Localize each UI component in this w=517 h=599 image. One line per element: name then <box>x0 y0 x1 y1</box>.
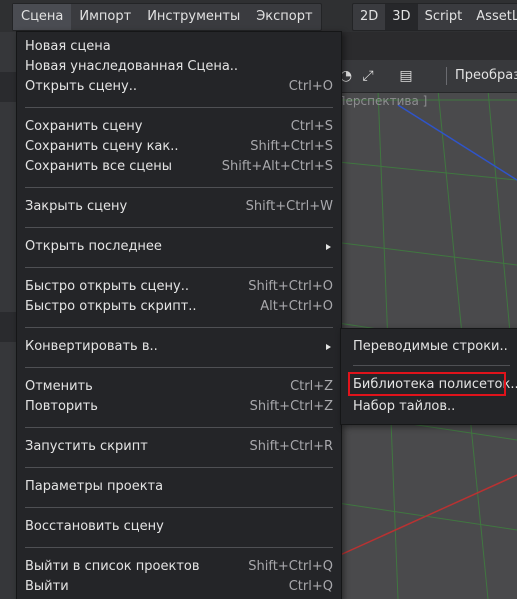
menu-item-shortcut: Alt+Ctrl+O <box>260 299 333 314</box>
menu-item-label: Сохранить сцену как.. <box>25 139 179 154</box>
menu-item-label: Открыть последнее <box>25 239 162 254</box>
menu-item-revert-scene[interactable]: Восстановить сцену <box>25 517 333 537</box>
highlight-box <box>348 372 506 396</box>
menu-item-shortcut: Shift+Ctrl+R <box>249 439 334 454</box>
menu-scene[interactable]: Сцена <box>13 4 72 30</box>
menu-item-shortcut: Shift+Ctrl+Q <box>248 559 333 574</box>
menu-item-quick-open-script[interactable]: Быстро открыть скрипт.. Alt+Ctrl+O <box>25 297 333 317</box>
editor-window: Сцена Импорт Инструменты Экспорт 2D 3D S… <box>0 0 517 599</box>
menu-item-run-script[interactable]: Запустить скрипт Shift+Ctrl+R <box>25 437 333 457</box>
scale-tool-icon[interactable]: ⤢ <box>358 66 378 86</box>
menu-item-quick-open-scene[interactable]: Быстро открыть сцену.. Shift+Ctrl+O <box>25 277 333 297</box>
menu-item-label: Сохранить все сцены <box>25 159 172 174</box>
menu-item-shortcut: Ctrl+Q <box>288 579 333 594</box>
menu-item-shortcut: Shift+Ctrl+W <box>245 199 333 214</box>
menu-item-new-scene[interactable]: Новая сцена <box>25 37 333 57</box>
convert-to-submenu: Переводимые строки.. Библиотека полисето… <box>340 328 517 425</box>
mode-3d-button[interactable]: 3D <box>385 4 418 30</box>
menu-item-label: Отменить <box>25 379 93 394</box>
x-axis-line <box>317 474 517 566</box>
menu-item-convert-to[interactable]: Конвертировать в.. <box>25 337 333 357</box>
menu-import[interactable]: Импорт <box>71 4 139 30</box>
menu-item-label: Быстро открыть сцену.. <box>25 279 189 294</box>
menu-item-label: Сохранить сцену <box>25 119 143 134</box>
menu-item-quit[interactable]: Выйти Ctrl+Q <box>25 577 333 597</box>
menu-export[interactable]: Экспорт <box>248 4 320 30</box>
main-menubar: Сцена Импорт Инструменты Экспорт <box>12 3 322 31</box>
menu-item-label: Новая сцена <box>25 39 111 54</box>
mode-assetlib-button[interactable]: AssetLib <box>469 4 517 30</box>
menu-separator <box>25 267 333 268</box>
submenu-arrow-icon <box>326 344 331 350</box>
menu-item-shortcut: Ctrl+S <box>290 119 333 134</box>
submenu-item-translatable-strings[interactable]: Переводимые строки.. <box>353 337 508 357</box>
menu-item-label: Быстро открыть скрипт.. <box>25 299 197 314</box>
dock-tab[interactable] <box>0 72 17 102</box>
menu-item-label: Параметры проекта <box>25 479 164 494</box>
dock-tab[interactable] <box>0 312 17 342</box>
menu-separator <box>25 467 333 468</box>
mode-2d-button[interactable]: 2D <box>353 4 385 30</box>
menu-item-label: Повторить <box>25 399 98 414</box>
menu-item-save-scene[interactable]: Сохранить сцену Ctrl+S <box>25 117 333 137</box>
menu-item-shortcut: Shift+Ctrl+Z <box>249 399 333 414</box>
menu-item-shortcut: Shift+Alt+Ctrl+S <box>221 159 333 174</box>
menu-item-label: Выйти <box>25 579 69 594</box>
menu-separator <box>25 507 333 508</box>
menu-item-save-all-scenes[interactable]: Сохранить все сцены Shift+Alt+Ctrl+S <box>25 157 333 177</box>
menu-item-project-settings[interactable]: Параметры проекта <box>25 477 333 497</box>
perspective-label[interactable]: [ Перспектива ] <box>328 94 427 108</box>
menu-item-label: Запустить скрипт <box>25 439 148 454</box>
menu-separator <box>25 187 333 188</box>
editor-mode-bar: 2D 3D Script AssetLib <box>352 3 517 31</box>
menu-separator <box>353 365 510 366</box>
submenu-arrow-icon <box>326 244 331 250</box>
toolbar-divider <box>446 67 447 85</box>
menu-separator <box>25 367 333 368</box>
menu-item-shortcut: Ctrl+O <box>288 79 333 94</box>
menu-item-redo[interactable]: Повторить Shift+Ctrl+Z <box>25 397 333 417</box>
menu-item-shortcut: Shift+Ctrl+O <box>248 279 333 294</box>
menu-item-label: Новая унаследованная Сцена.. <box>25 59 239 74</box>
menu-item-close-scene[interactable]: Закрыть сцену Shift+Ctrl+W <box>25 197 333 217</box>
menu-separator <box>25 107 333 108</box>
menu-item-undo[interactable]: Отменить Ctrl+Z <box>25 377 333 397</box>
menu-tools[interactable]: Инструменты <box>139 4 248 30</box>
menu-separator <box>25 547 333 548</box>
menu-item-open-scene[interactable]: Открыть сцену.. Ctrl+O <box>25 77 333 97</box>
transform-menu[interactable]: Преобразова <box>455 60 517 92</box>
menu-item-save-scene-as[interactable]: Сохранить сцену как.. Shift+Ctrl+S <box>25 137 333 157</box>
top-bar: Сцена Импорт Инструменты Экспорт 2D 3D S… <box>0 0 517 32</box>
list-select-icon[interactable]: ▤ <box>396 66 416 86</box>
z-axis-line <box>397 104 517 181</box>
menu-separator <box>25 427 333 428</box>
menu-separator <box>25 227 333 228</box>
mode-script-button[interactable]: Script <box>418 4 470 30</box>
menu-item-quit-to-project-list[interactable]: Выйти в список проектов Shift+Ctrl+Q <box>25 557 333 577</box>
menu-separator <box>25 327 333 328</box>
menu-item-label: Восстановить сцену <box>25 519 164 534</box>
menu-item-label: Закрыть сцену <box>25 199 128 214</box>
menu-item-shortcut: Shift+Ctrl+S <box>250 139 333 154</box>
menu-item-label: Выйти в список проектов <box>25 559 200 574</box>
menu-item-shortcut: Ctrl+Z <box>290 379 333 394</box>
menu-item-label: Конвертировать в.. <box>25 339 158 354</box>
menu-item-label: Открыть сцену.. <box>25 79 137 94</box>
submenu-item-tileset[interactable]: Набор тайлов.. <box>353 397 455 417</box>
menu-item-new-inherited-scene[interactable]: Новая унаследованная Сцена.. <box>25 57 333 77</box>
scene-menu-popup: Новая сцена Новая унаследованная Сцена..… <box>16 31 342 599</box>
menu-item-open-recent[interactable]: Открыть последнее <box>25 237 333 257</box>
